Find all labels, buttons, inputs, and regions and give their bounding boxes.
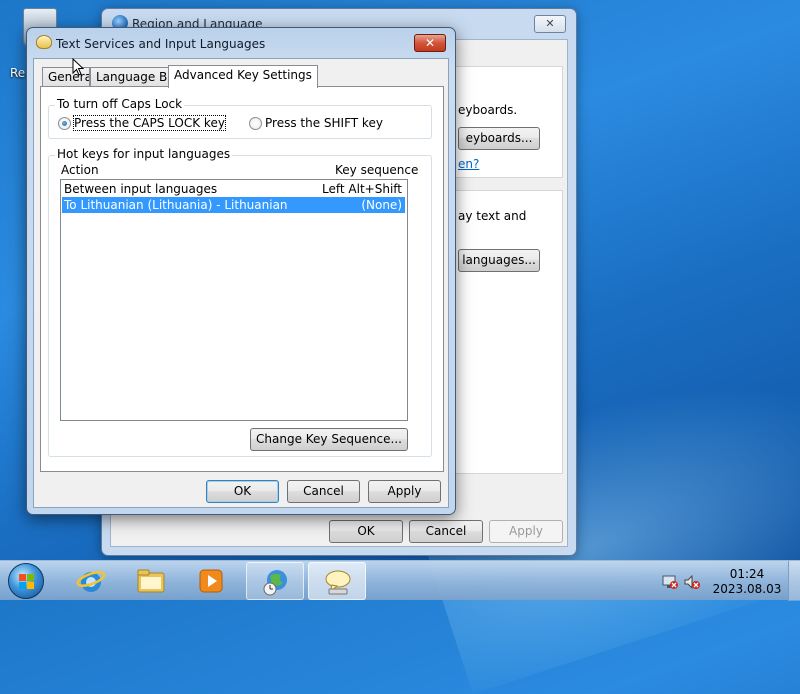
- tab-advanced-key-settings[interactable]: Advanced Key Settings: [168, 65, 318, 88]
- list-item[interactable]: Between input languages Left Alt+Shift: [62, 181, 405, 197]
- clock-time: 01:24: [729, 567, 765, 581]
- action-cell: To Lithuanian (Lithuania) - Lithuanian: [64, 198, 288, 212]
- column-header-action: Action: [61, 163, 99, 177]
- media-player-icon: [199, 569, 223, 593]
- network-disconnected-icon[interactable]: [662, 575, 678, 589]
- ok-button[interactable]: OK: [329, 520, 403, 543]
- folder-icon: [137, 569, 165, 593]
- sequence-cell: (None): [361, 198, 402, 212]
- change-key-sequence-button[interactable]: Change Key Sequence...: [250, 428, 408, 451]
- shift-radio[interactable]: [249, 117, 262, 130]
- list-item-selected[interactable]: To Lithuanian (Lithuania) - Lithuanian (…: [62, 197, 405, 213]
- close-button[interactable]: ✕: [414, 34, 446, 52]
- volume-muted-icon[interactable]: [684, 575, 700, 589]
- hotkeys-list[interactable]: Between input languages Left Alt+Shift T…: [60, 179, 408, 421]
- mouse-cursor-icon: [72, 58, 84, 76]
- sequence-cell: Left Alt+Shift: [322, 182, 402, 196]
- ok-button[interactable]: OK: [206, 480, 279, 503]
- action-cell: Between input languages: [64, 182, 218, 196]
- change-keyboards-button[interactable]: eyboards...: [458, 127, 540, 150]
- windows-logo-icon: [19, 574, 35, 590]
- help-link[interactable]: en?: [458, 157, 479, 171]
- taskbar-media-player[interactable]: [182, 562, 240, 600]
- globe-clock-icon: [263, 570, 287, 596]
- dialog-title: Text Services and Input Languages: [56, 37, 266, 51]
- text-services-dialog: Text Services and Input Languages ✕ Gene…: [26, 27, 456, 515]
- close-button[interactable]: ✕: [534, 15, 566, 33]
- install-languages-button[interactable]: languages...: [458, 249, 540, 272]
- system-clock[interactable]: 01:24 2023.08.03: [712, 567, 782, 597]
- keyboards-text: eyboards.: [458, 103, 518, 117]
- taskbar-region-and-language[interactable]: [246, 562, 304, 600]
- display-language-text: ay text and: [458, 209, 527, 223]
- advanced-key-settings-panel: To turn off Caps Lock Press the CAPS LOC…: [40, 86, 444, 472]
- clock-date: 2023.08.03: [712, 582, 782, 596]
- cancel-button[interactable]: Cancel: [287, 480, 360, 503]
- caps-lock-radio[interactable]: [58, 117, 71, 130]
- caps-lock-radio-label[interactable]: Press the CAPS LOCK key: [73, 115, 226, 131]
- apply-button[interactable]: Apply: [368, 480, 441, 503]
- internet-explorer-icon: [76, 571, 106, 592]
- taskbar-internet-explorer[interactable]: [62, 562, 120, 600]
- start-button[interactable]: [8, 563, 44, 599]
- caps-lock-group-title: To turn off Caps Lock: [55, 97, 185, 111]
- cancel-button[interactable]: Cancel: [409, 520, 483, 543]
- show-desktop-button[interactable]: [788, 561, 800, 601]
- taskbar-text-services[interactable]: [308, 562, 366, 600]
- speech-bubble-icon: [325, 570, 351, 595]
- dialog-client-area: General Language Bar Advanced Key Settin…: [33, 58, 449, 508]
- taskbar: 01:24 2023.08.03: [0, 560, 800, 601]
- keyboard-icon: [36, 35, 52, 49]
- apply-button[interactable]: Apply: [489, 520, 563, 543]
- column-header-key-sequence: Key sequence: [335, 163, 419, 177]
- taskbar-windows-explorer[interactable]: [122, 562, 180, 600]
- hotkeys-group-title: Hot keys for input languages: [55, 147, 233, 161]
- shift-radio-label[interactable]: Press the SHIFT key: [265, 116, 383, 130]
